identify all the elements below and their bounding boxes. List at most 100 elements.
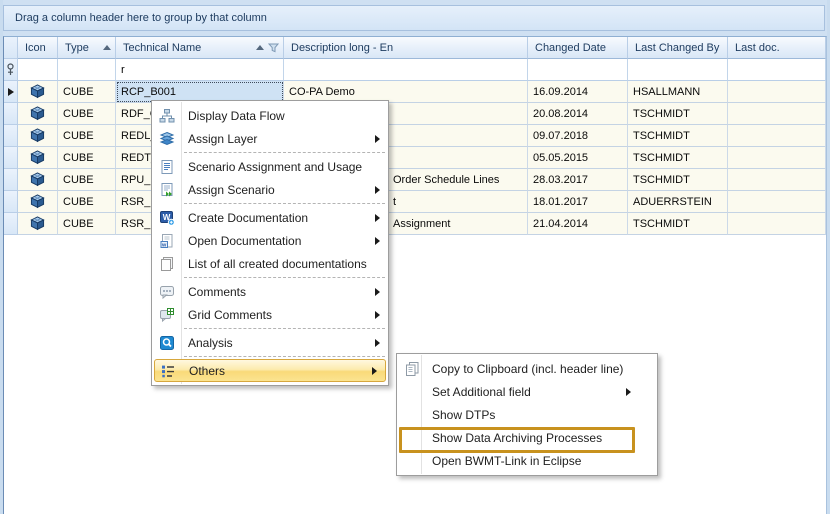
- column-header-changed-date[interactable]: Changed Date: [528, 37, 628, 59]
- cell-changed-date[interactable]: 21.04.2014: [528, 213, 628, 235]
- cell-icon[interactable]: [18, 147, 58, 169]
- analysis-magnifier-icon: [155, 335, 178, 351]
- cell-changed-date[interactable]: 20.08.2014: [528, 103, 628, 125]
- menu-separator: [184, 277, 385, 278]
- menu-item-assign-layer[interactable]: Assign Layer: [152, 127, 388, 150]
- table-row: CUBE RDF_C 20.08.2014 TSCHMIDT: [4, 103, 826, 125]
- filter-cell-type[interactable]: [58, 59, 116, 81]
- menu-item-grid-comments[interactable]: Grid Comments: [152, 303, 388, 326]
- layers-icon: [155, 131, 178, 147]
- submenu-item-show-data-archiving-processes[interactable]: Show Data Archiving Processes: [397, 426, 657, 449]
- cell-type[interactable]: CUBE: [58, 81, 116, 103]
- cell-icon[interactable]: [18, 213, 58, 235]
- menu-item-analysis[interactable]: Analysis: [152, 331, 388, 354]
- cell-icon[interactable]: [18, 103, 58, 125]
- cell-last-doc[interactable]: [728, 147, 826, 169]
- cell-type[interactable]: CUBE: [58, 103, 116, 125]
- column-header-icon[interactable]: Icon: [18, 37, 58, 59]
- cell-last-changed-by[interactable]: HSALLMANN: [628, 81, 728, 103]
- cell-changed-date[interactable]: 16.09.2014: [528, 81, 628, 103]
- group-by-panel[interactable]: Drag a column header here to group by th…: [3, 5, 825, 31]
- submenu-item-show-dtps[interactable]: Show DTPs: [397, 403, 657, 426]
- row-indicator-cell: [4, 81, 18, 103]
- submenu-item-copy-to-clipboard[interactable]: Copy to Clipboard (incl. header line): [397, 357, 657, 380]
- cell-type[interactable]: CUBE: [58, 213, 116, 235]
- filter-cell-description[interactable]: [284, 59, 528, 81]
- cell-last-doc[interactable]: [728, 169, 826, 191]
- scenario-document-icon: [155, 159, 178, 175]
- cell-last-changed-by[interactable]: TSCHMIDT: [628, 125, 728, 147]
- filter-funnel-icon[interactable]: [268, 43, 279, 53]
- grid-header-row: Icon Type Technical Name Description lon…: [4, 37, 826, 59]
- application-window: Drag a column header here to group by th…: [0, 0, 830, 514]
- column-header-last-changed-by[interactable]: Last Changed By: [628, 37, 728, 59]
- row-indicator-cell: [4, 191, 18, 213]
- submenu-arrow-icon: [375, 186, 380, 194]
- filter-row: r: [4, 59, 826, 81]
- cell-last-doc[interactable]: [728, 81, 826, 103]
- context-menu: Display Data Flow Assign Layer Scenario …: [151, 100, 389, 386]
- cell-icon[interactable]: [18, 81, 58, 103]
- cube-icon: [30, 216, 45, 231]
- menu-item-display-data-flow[interactable]: Display Data Flow: [152, 104, 388, 127]
- menu-separator: [184, 328, 385, 329]
- filter-cell-changed-date[interactable]: [528, 59, 628, 81]
- filter-cell-last-doc[interactable]: [728, 59, 826, 81]
- cell-changed-date[interactable]: 09.07.2018: [528, 125, 628, 147]
- table-row: CUBE REDT_ 05.05.2015 TSCHMIDT: [4, 147, 826, 169]
- documents-list-icon: [155, 256, 178, 272]
- column-header-type[interactable]: Type: [58, 37, 116, 59]
- cell-type[interactable]: CUBE: [58, 191, 116, 213]
- cell-last-changed-by[interactable]: TSCHMIDT: [628, 147, 728, 169]
- data-flow-icon: [155, 108, 178, 124]
- group-by-hint-text: Drag a column header here to group by th…: [15, 12, 267, 24]
- submenu-item-set-additional-field[interactable]: Set Additional field: [397, 380, 657, 403]
- cell-last-doc[interactable]: [728, 191, 826, 213]
- filter-cell-technical-name[interactable]: r: [116, 59, 284, 81]
- submenu-arrow-icon: [375, 135, 380, 143]
- cell-last-changed-by[interactable]: TSCHMIDT: [628, 213, 728, 235]
- filter-row-indicator-cell: [4, 59, 18, 81]
- cell-icon[interactable]: [18, 191, 58, 213]
- column-header-description[interactable]: Description long - En: [284, 37, 528, 59]
- submenu-arrow-icon: [372, 367, 377, 375]
- assign-scenario-icon: [155, 182, 178, 198]
- cell-last-changed-by[interactable]: TSCHMIDT: [628, 169, 728, 191]
- column-header-last-doc[interactable]: Last doc.: [728, 37, 826, 59]
- menu-item-others[interactable]: Others: [154, 359, 386, 382]
- copy-clipboard-icon: [400, 361, 424, 377]
- cell-last-changed-by[interactable]: TSCHMIDT: [628, 103, 728, 125]
- submenu-item-open-bwmt-link[interactable]: Open BWMT-Link in Eclipse: [397, 449, 657, 472]
- cell-changed-date[interactable]: 18.01.2017: [528, 191, 628, 213]
- submenu-arrow-icon: [375, 339, 380, 347]
- row-indicator-cell: [4, 169, 18, 191]
- cube-icon: [30, 172, 45, 187]
- filter-cell-last-changed-by[interactable]: [628, 59, 728, 81]
- cell-changed-date[interactable]: 28.03.2017: [528, 169, 628, 191]
- cell-icon[interactable]: [18, 125, 58, 147]
- cell-changed-date[interactable]: 05.05.2015: [528, 147, 628, 169]
- column-header-technical-name[interactable]: Technical Name: [116, 37, 284, 59]
- word-document-create-icon: W: [155, 210, 178, 226]
- cell-type[interactable]: CUBE: [58, 169, 116, 191]
- word-document-open-icon: w: [155, 233, 178, 249]
- cell-last-doc[interactable]: [728, 213, 826, 235]
- cell-type[interactable]: CUBE: [58, 147, 116, 169]
- cell-last-changed-by[interactable]: ADUERRSTEIN: [628, 191, 728, 213]
- menu-item-create-documentation[interactable]: W Create Documentation: [152, 206, 388, 229]
- header-indicator-cell: [4, 37, 18, 59]
- menu-item-assign-scenario[interactable]: Assign Scenario: [152, 178, 388, 201]
- cell-last-doc[interactable]: [728, 103, 826, 125]
- submenu-arrow-icon: [375, 288, 380, 296]
- cell-type[interactable]: CUBE: [58, 125, 116, 147]
- table-row: CUBE REDL_ 09.07.2018 TSCHMIDT: [4, 125, 826, 147]
- cell-icon[interactable]: [18, 169, 58, 191]
- filter-cell-icon[interactable]: [18, 59, 58, 81]
- menu-item-open-documentation[interactable]: w Open Documentation: [152, 229, 388, 252]
- menu-item-comments[interactable]: Comments: [152, 280, 388, 303]
- cell-last-doc[interactable]: [728, 125, 826, 147]
- menu-item-scenario-assignment[interactable]: Scenario Assignment and Usage: [152, 155, 388, 178]
- table-row: CUBE RSR_B t 18.01.2017 ADUERRSTEIN: [4, 191, 826, 213]
- menu-item-list-of-documentations[interactable]: List of all created documentations: [152, 252, 388, 275]
- table-row: CUBE RCP_B001 CO-PA Demo 16.09.2014 HSAL…: [4, 81, 826, 103]
